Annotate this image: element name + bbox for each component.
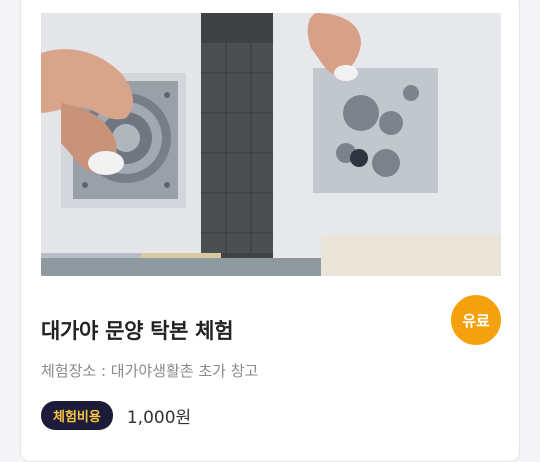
experience-title: 대가야 문양 탁본 체험: [41, 319, 234, 343]
fee-label-badge: 체험비용: [41, 401, 113, 430]
experience-card[interactable]: 대가야 문양 탁본 체험 유료 체험장소 : 대가야생활촌 초가 창고 체험비용…: [20, 0, 520, 462]
fee-row: 체험비용 1,000원: [41, 401, 191, 430]
rubbing-activity-image: [41, 13, 501, 276]
experience-place: 체험장소 : 대가야생활촌 초가 창고: [41, 362, 259, 380]
experience-photo[interactable]: [41, 13, 501, 276]
fee-value: 1,000원: [126, 408, 192, 428]
paid-badge: 유료: [451, 295, 501, 345]
